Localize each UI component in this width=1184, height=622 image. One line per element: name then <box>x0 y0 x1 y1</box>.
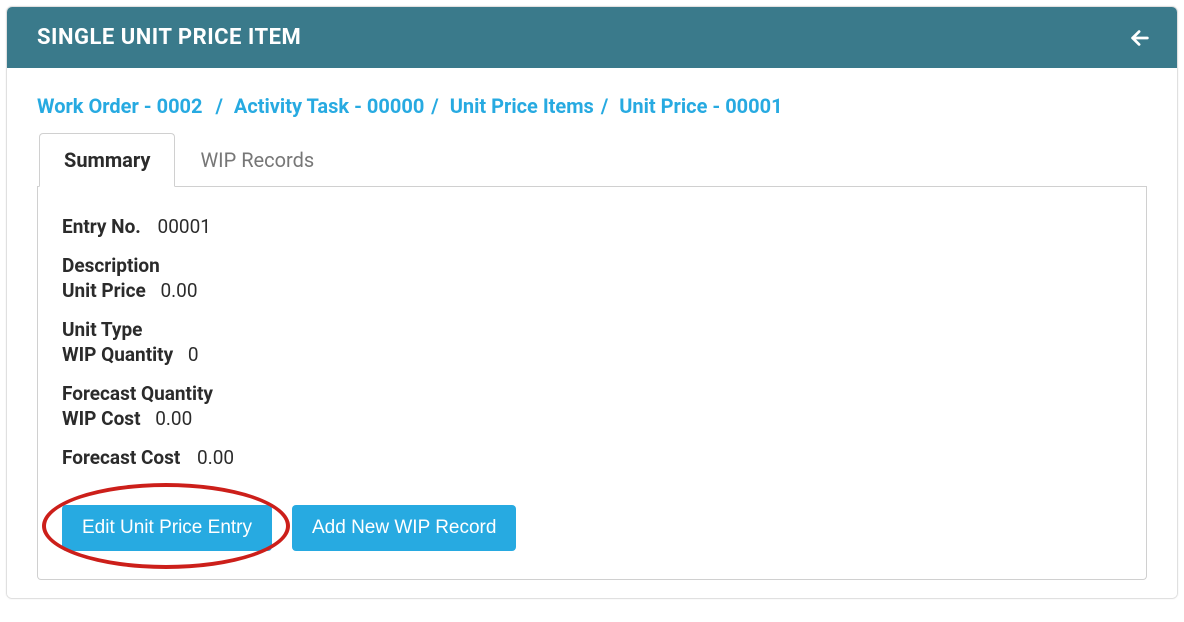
breadcrumb-item-activity-task[interactable]: Activity Task - 00000 <box>234 94 424 118</box>
field-forecast-qty-wip-cost: Forecast Quantity WIP Cost 0.00 <box>62 382 1122 430</box>
tab-summary[interactable]: Summary <box>39 133 175 187</box>
unit-type-label: Unit Type <box>62 318 1122 341</box>
button-row: Edit Unit Price Entry Add New WIP Record <box>62 505 1122 551</box>
breadcrumb-sep: / <box>207 94 228 118</box>
wip-cost-label: WIP Cost <box>62 407 141 430</box>
breadcrumb-item-work-order[interactable]: Work Order - 0002 <box>37 94 203 118</box>
tab-wip-records[interactable]: WIP Records <box>175 133 339 187</box>
card-body: Work Order - 0002 / Activity Task - 0000… <box>7 68 1177 598</box>
wip-quantity-label: WIP Quantity <box>62 343 173 366</box>
field-entry-no: Entry No. 00001 <box>62 215 1122 238</box>
forecast-cost-label: Forecast Cost <box>62 446 180 469</box>
field-unit-type-wip-qty: Unit Type WIP Quantity 0 <box>62 318 1122 366</box>
breadcrumb-sep: / <box>429 94 444 118</box>
entry-no-value: 00001 <box>158 215 211 238</box>
field-description-unit-price: Description Unit Price 0.00 <box>62 254 1122 302</box>
page-title: SINGLE UNIT PRICE ITEM <box>37 25 301 50</box>
back-arrow-icon[interactable] <box>1129 27 1151 49</box>
single-unit-price-card: SINGLE UNIT PRICE ITEM Work Order - 0002… <box>6 6 1178 599</box>
forecast-quantity-label: Forecast Quantity <box>62 382 1122 405</box>
breadcrumb-item-unit-price[interactable]: Unit Price - 00001 <box>619 94 782 118</box>
forecast-cost-value: 0.00 <box>197 446 234 469</box>
unit-price-label: Unit Price <box>62 279 146 302</box>
field-forecast-cost: Forecast Cost 0.00 <box>62 446 1122 469</box>
description-label: Description <box>62 254 1122 277</box>
tab-bar: Summary WIP Records <box>37 132 1147 187</box>
wip-quantity-value: 0 <box>188 343 199 366</box>
summary-panel: Entry No. 00001 Description Unit Price 0… <box>37 187 1147 580</box>
entry-no-label: Entry No. <box>62 215 141 238</box>
breadcrumb: Work Order - 0002 / Activity Task - 0000… <box>37 94 1147 118</box>
unit-price-value: 0.00 <box>160 279 197 302</box>
add-wip-record-button[interactable]: Add New WIP Record <box>292 505 516 551</box>
breadcrumb-item-unit-price-items[interactable]: Unit Price Items <box>450 94 594 118</box>
card-header: SINGLE UNIT PRICE ITEM <box>7 7 1177 68</box>
edit-unit-price-button[interactable]: Edit Unit Price Entry <box>62 505 272 551</box>
breadcrumb-sep: / <box>599 94 614 118</box>
wip-cost-value: 0.00 <box>155 407 192 430</box>
